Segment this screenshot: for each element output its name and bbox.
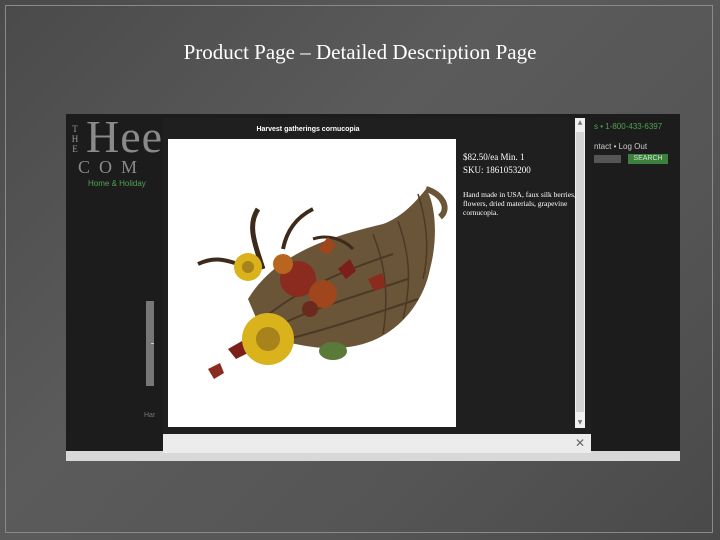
modal-scrollbar[interactable]: ▲ ▼: [575, 118, 585, 428]
search-input[interactable]: [594, 155, 621, 163]
logo-wordmark[interactable]: Hee: [86, 114, 163, 160]
modal-title: Harvest gatherings cornucopia: [256, 126, 360, 133]
scrollbar-thumb[interactable]: [576, 132, 584, 412]
logo-the-e: E: [72, 144, 78, 154]
cornucopia-illustration: [197, 186, 448, 379]
side-text: Har: [144, 412, 156, 419]
product-price: $82.50/ea Min. 1: [463, 152, 525, 162]
product-sku: SKU: 1861053200: [463, 165, 531, 175]
slide-title: Product Page – Detailed Description Page: [183, 40, 537, 64]
phone-number: s • 1-800-433-6397: [594, 122, 663, 131]
product-image: [168, 139, 456, 427]
scroll-down-arrow-icon[interactable]: ▼: [575, 418, 585, 428]
search-button[interactable]: SEARCH: [628, 154, 668, 164]
website-screenshot: T H E Hee COM Home & Holiday Har s • 1-8…: [66, 114, 680, 461]
logo-the-t: T: [72, 124, 78, 134]
logo-company: COM: [78, 157, 147, 177]
logo-the: T H E: [69, 124, 81, 154]
header-links[interactable]: ntact • Log Out: [594, 142, 647, 151]
product-modal: Harvest gatherings cornucopia $82.50/ea …: [163, 118, 591, 453]
side-dash: [151, 343, 154, 344]
scroll-up-arrow-icon[interactable]: ▲: [575, 118, 585, 128]
product-info: $82.50/ea Min. 1 SKU: 1861053200 Hand ma…: [463, 152, 581, 217]
close-icon[interactable]: ✕: [575, 436, 585, 450]
logo-tagline: Home & Holiday: [88, 179, 146, 188]
product-description: Hand made in USA, faux silk berries, flo…: [463, 190, 576, 217]
modal-footer: ✕: [163, 434, 591, 453]
logo-the-h: H: [71, 134, 79, 144]
